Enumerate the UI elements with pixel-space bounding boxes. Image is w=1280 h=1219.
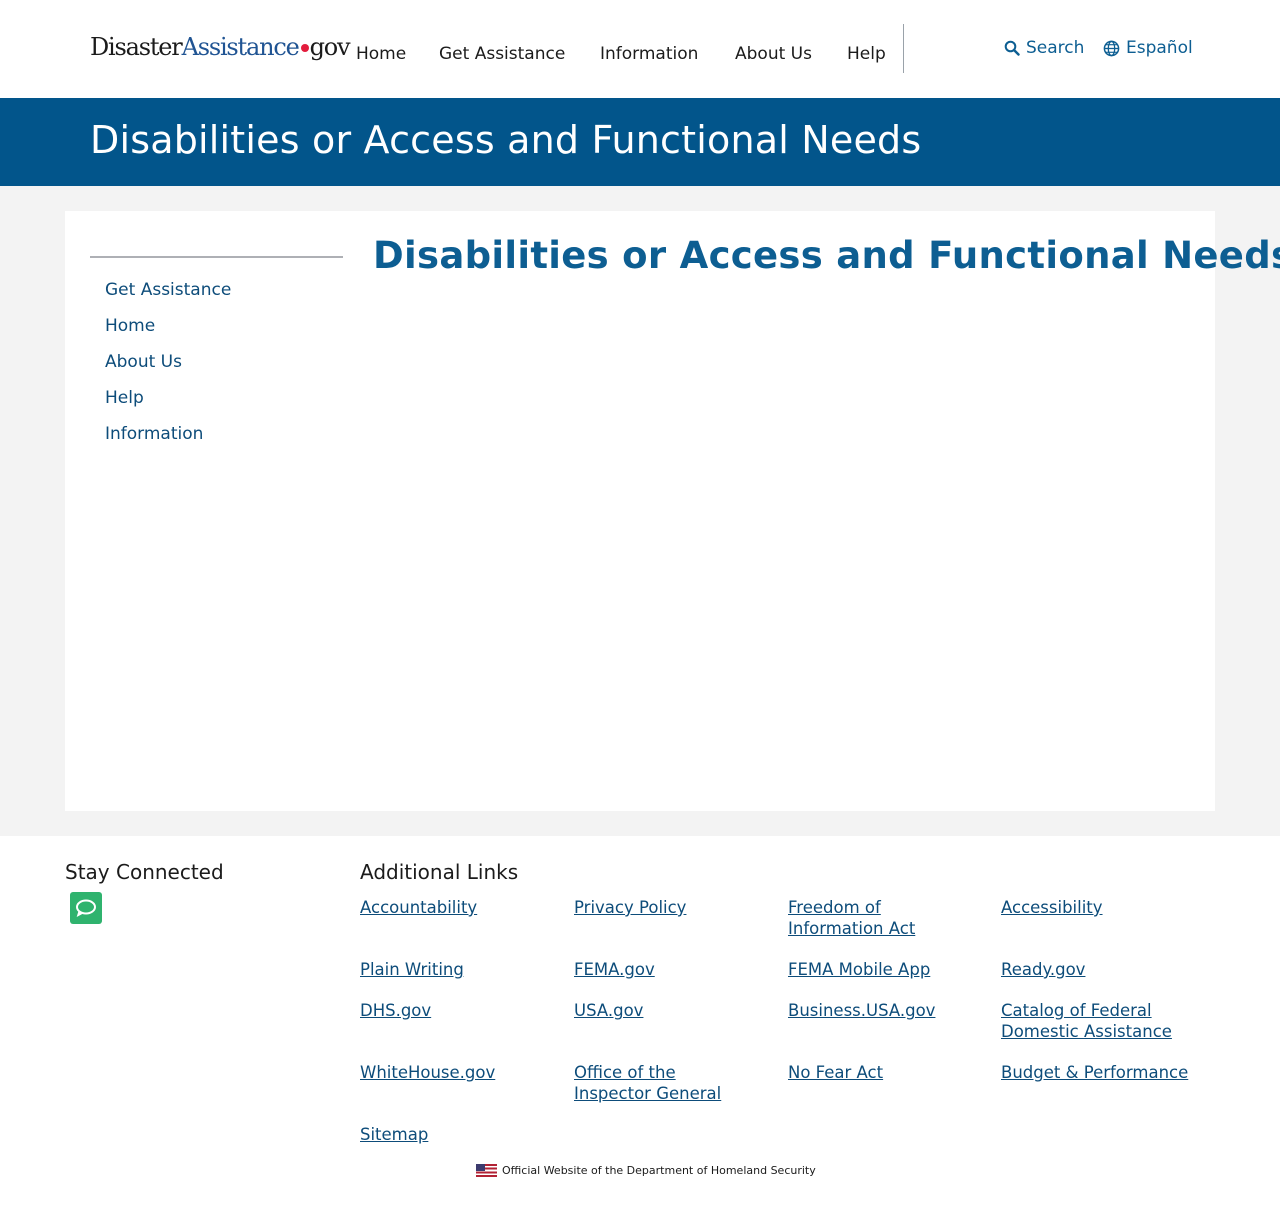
language-label: Español [1126,38,1193,58]
site-header: DisasterAssistance gov Home Get Assistanc… [0,0,1280,98]
stay-connected-heading: Stay Connected [65,860,224,884]
footer-link-foia[interactable]: Freedom of Information Act [788,897,938,939]
footer-link-fema-mobile-app[interactable]: FEMA Mobile App [788,959,988,980]
us-flag-icon [476,1164,497,1177]
footer-link-whitehouse-gov[interactable]: WhiteHouse.gov [360,1062,560,1083]
footer-link-privacy-policy[interactable]: Privacy Policy [574,897,774,918]
nav-about-us[interactable]: About Us [735,44,812,64]
page-title: Disabilities or Access and Functional Ne… [373,234,1280,277]
search-icon [1004,40,1020,56]
nav-home[interactable]: Home [356,44,406,64]
footer-link-accessibility[interactable]: Accessibility [1001,897,1201,918]
site-logo[interactable]: DisasterAssistance gov [90,33,351,61]
footer-link-accountability[interactable]: Accountability [360,897,560,918]
sidebar-item-home[interactable]: Home [105,316,155,336]
sidebar-item-information[interactable]: Information [105,424,203,444]
additional-links-heading: Additional Links [360,860,519,884]
official-website-notice: Official Website of the Department of Ho… [476,1164,816,1177]
sidebar-item-help[interactable]: Help [105,388,144,408]
banner-title: Disabilities or Access and Functional Ne… [90,118,922,162]
nav-get-assistance[interactable]: Get Assistance [439,44,565,64]
footer-link-ready-gov[interactable]: Ready.gov [1001,959,1201,980]
nav-divider [903,24,904,73]
search-label: Search [1026,38,1085,58]
sidebar-divider [90,256,343,258]
language-link[interactable]: Español [1103,38,1193,58]
footer-link-budget-performance[interactable]: Budget & Performance [1001,1062,1221,1083]
footer-link-plain-writing[interactable]: Plain Writing [360,959,560,980]
footer-link-fema-gov[interactable]: FEMA.gov [574,959,774,980]
logo-text-disaster: Disaster [90,33,183,61]
sidebar-item-about-us[interactable]: About Us [105,352,182,372]
logo-dot-icon [300,43,309,52]
logo-text-gov: gov [309,33,351,61]
page-banner: Disabilities or Access and Functional Ne… [0,98,1280,186]
chat-icon[interactable] [70,892,102,924]
sidebar-item-get-assistance[interactable]: Get Assistance [105,280,231,300]
footer-link-usa-gov[interactable]: USA.gov [574,1000,774,1021]
footer-link-business-usa-gov[interactable]: Business.USA.gov [788,1000,988,1021]
footer-link-dhs-gov[interactable]: DHS.gov [360,1000,560,1021]
footer-link-catalog-federal-assistance[interactable]: Catalog of Federal Domestic Assistance [1001,1000,1191,1042]
globe-icon [1103,40,1120,56]
nav-help[interactable]: Help [847,44,886,64]
footer-link-inspector-general[interactable]: Office of the Inspector General [574,1062,734,1104]
nav-information[interactable]: Information [600,44,698,64]
official-website-text: Official Website of the Department of Ho… [502,1164,816,1177]
logo-text-assistance: Assistance [181,33,300,61]
search-link[interactable]: Search [1004,38,1084,58]
footer-link-no-fear-act[interactable]: No Fear Act [788,1062,988,1083]
content-card [65,211,1215,811]
footer-link-sitemap[interactable]: Sitemap [360,1124,560,1145]
